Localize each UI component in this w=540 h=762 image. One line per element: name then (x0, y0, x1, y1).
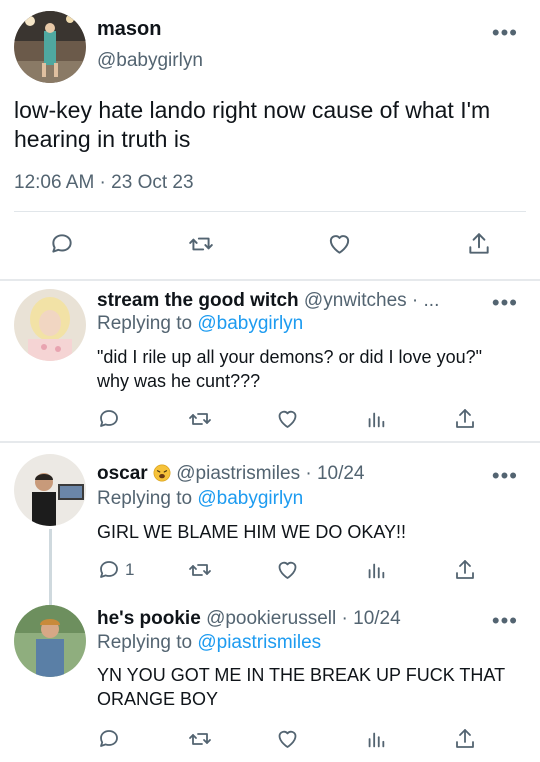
avatar[interactable] (14, 605, 86, 677)
display-name[interactable]: he's pookie (97, 608, 201, 629)
user-handle[interactable]: @piastrismiles · 10/24 (176, 463, 364, 484)
reply-header: stream the good witch @ynwitches · ... (97, 290, 439, 312)
more-horizontal-icon[interactable]: ••• (492, 22, 518, 44)
replying-to: Replying to @babygirlyn (97, 313, 303, 335)
retweet-icon[interactable] (187, 407, 213, 431)
reply-text: YN YOU GOT ME IN THE BREAK UP FUCK THAT … (97, 665, 505, 709)
heart-icon[interactable] (275, 407, 300, 431)
retweet-icon[interactable] (187, 558, 213, 582)
user-handle[interactable]: @pookierussell · 10/24 (206, 608, 401, 629)
reply-actions: 1 (0, 557, 540, 583)
heart-icon[interactable] (275, 727, 300, 751)
avatar[interactable] (14, 289, 86, 361)
replying-label: Replying to (97, 488, 193, 509)
weary-face-emoji-icon (153, 464, 171, 482)
tweet-timestamp[interactable]: 12:06 AM · 23 Oct 23 (14, 172, 194, 194)
replying-label: Replying to (97, 313, 193, 334)
tweet-text: low-key hate lando right now cause of wh… (14, 97, 491, 152)
replying-label: Replying to (97, 632, 193, 653)
more-horizontal-icon[interactable]: ••• (492, 465, 518, 487)
heart-icon[interactable] (326, 231, 353, 257)
reply-text: "did I rile up all your demons? or did I… (97, 347, 482, 391)
user-handle[interactable]: @babygirlyn (97, 50, 203, 72)
replying-to: Replying to @babygirlyn (97, 488, 303, 510)
replying-to-link[interactable]: @babygirlyn (197, 488, 303, 509)
display-name[interactable]: mason (97, 18, 161, 41)
reply-header: oscar @piastrismiles · 10/24 (97, 463, 365, 485)
display-name[interactable]: oscar (97, 463, 148, 484)
reply-header: he's pookie @pookierussell · 10/24 (97, 608, 401, 630)
share-icon[interactable] (453, 406, 477, 432)
reply-actions (0, 726, 540, 752)
divider (14, 211, 526, 212)
display-name[interactable]: stream the good witch (97, 290, 299, 311)
replying-to: Replying to @piastrismiles (97, 632, 321, 654)
avatar[interactable] (14, 454, 86, 526)
more-horizontal-icon[interactable]: ••• (492, 610, 518, 632)
analytics-icon[interactable] (365, 727, 387, 751)
more-horizontal-icon[interactable]: ••• (492, 292, 518, 314)
retweet-icon[interactable] (187, 231, 215, 257)
replying-to-link[interactable]: @babygirlyn (197, 313, 303, 334)
reply-actions (0, 406, 540, 432)
reply-icon[interactable]: 1 (97, 558, 134, 582)
reply-icon[interactable] (97, 407, 125, 431)
heart-icon[interactable] (275, 558, 300, 582)
reply-icon[interactable] (97, 727, 125, 751)
retweet-icon[interactable] (187, 727, 213, 751)
share-icon[interactable] (466, 230, 492, 258)
user-handle[interactable]: @ynwitches · ... (304, 290, 439, 311)
reply-count: 1 (125, 560, 135, 579)
reply-tweet[interactable]: oscar @piastrismiles · 10/24 ••• Replyin… (0, 443, 540, 593)
reply-tweet[interactable]: stream the good witch @ynwitches · ... •… (0, 281, 540, 441)
reply-icon[interactable] (49, 231, 75, 257)
tweet-actions (0, 228, 540, 260)
share-icon[interactable] (453, 557, 477, 583)
reply-text: GIRL WE BLAME HIM WE DO OKAY!! (97, 522, 407, 542)
reply-tweet[interactable]: he's pookie @pookierussell · 10/24 ••• R… (0, 593, 540, 762)
replying-to-link[interactable]: @piastrismiles (197, 632, 321, 653)
main-tweet: mason @babygirlyn ••• low-key hate lando… (0, 0, 540, 280)
avatar[interactable] (14, 11, 86, 83)
analytics-icon[interactable] (365, 407, 387, 431)
analytics-icon[interactable] (365, 558, 387, 582)
share-icon[interactable] (453, 726, 477, 752)
